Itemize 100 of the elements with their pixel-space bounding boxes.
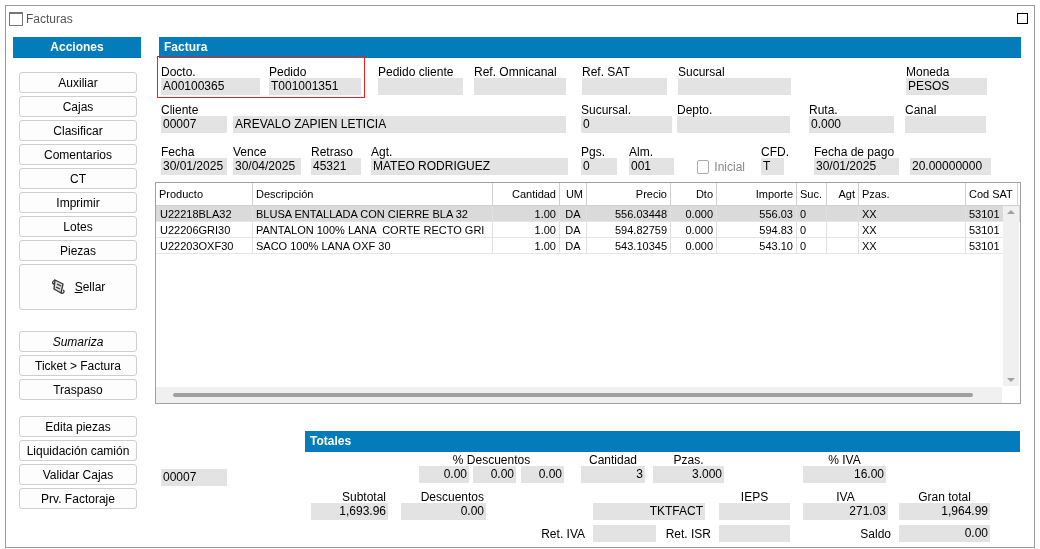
field-label: % IVA	[827, 454, 862, 466]
scrollbar-thumb[interactable]	[173, 393, 973, 397]
action-button[interactable]: CT	[19, 168, 137, 189]
text-field[interactable]: 001	[629, 158, 674, 175]
column-header[interactable]: Producto	[156, 183, 253, 205]
window-icon	[9, 12, 23, 26]
field-label: Ret. IVA	[540, 526, 586, 541]
table-cell: 1.00	[493, 206, 560, 222]
text-field[interactable]: TKTFACT	[593, 503, 705, 520]
text-field[interactable]	[677, 116, 790, 133]
action-button[interactable]: Lotes	[19, 216, 137, 237]
column-header[interactable]: Dto	[671, 183, 717, 205]
text-field[interactable]: 45321	[311, 158, 361, 175]
table-cell: 594.83	[717, 222, 797, 238]
field-label: Vence	[233, 146, 268, 158]
text-field[interactable]: 0	[581, 158, 617, 175]
text-field[interactable]: 00007	[161, 469, 227, 486]
field-label: Subtotal	[340, 491, 387, 503]
column-header[interactable]: Cantidad	[493, 183, 560, 205]
window-title: Facturas	[26, 12, 73, 26]
text-field[interactable]: PESOS	[906, 78, 987, 95]
text-field[interactable]: 30/01/2025	[161, 158, 227, 175]
table-cell: 556.03448	[587, 206, 671, 222]
text-field[interactable]: 0.00	[473, 466, 516, 483]
action-button[interactable]: Sumariza	[19, 331, 137, 352]
text-field[interactable]: T001001351	[269, 78, 361, 95]
table-cell: 0.000	[671, 206, 717, 222]
text-field[interactable]: 00007	[161, 116, 227, 133]
vertical-scrollbar[interactable]	[1003, 206, 1019, 386]
table-cell: DA	[560, 238, 587, 254]
text-field[interactable]: 16.00	[803, 466, 886, 483]
action-button[interactable]: Validar Cajas	[19, 464, 137, 485]
action-button[interactable]: Imprimir	[19, 192, 137, 213]
column-header[interactable]: Cod SAT	[966, 183, 1018, 205]
table-cell: 1.00	[493, 222, 560, 238]
table-cell: 556.03	[717, 206, 797, 222]
text-field[interactable]	[719, 503, 790, 520]
action-button[interactable]: Comentarios	[19, 144, 137, 165]
field-label: Fecha de pago	[814, 146, 896, 158]
action-button[interactable]: Cajas	[19, 96, 137, 117]
horizontal-scrollbar[interactable]	[156, 387, 1002, 403]
text-field[interactable]: MATEO RODRIGUEZ	[371, 158, 568, 175]
table-cell: BLUSA ENTALLADA CON CIERRE BLA 32	[253, 206, 493, 222]
table-cell: 0	[797, 206, 827, 222]
field-label: Retraso	[311, 146, 355, 158]
column-header[interactable]: Importe	[717, 183, 797, 205]
column-header[interactable]: UM	[560, 183, 587, 205]
field-label: CFD.	[761, 146, 789, 158]
table-cell: XX	[859, 206, 966, 222]
text-field[interactable]: 0.00	[521, 466, 564, 483]
field-label: Ref. SAT	[582, 66, 631, 78]
text-field[interactable]	[719, 525, 790, 542]
action-button[interactable]: Clasificar	[19, 120, 137, 141]
field-label: Saldo	[859, 526, 892, 541]
action-button[interactable]: Ticket > Factura	[19, 355, 137, 376]
text-field[interactable]: 0	[581, 116, 672, 133]
text-field[interactable]	[678, 78, 791, 95]
text-field[interactable]: 30/04/2025	[233, 158, 301, 175]
action-button[interactable]: Piezas	[19, 240, 137, 261]
table-row[interactable]: U22218BLA32 BLUSA ENTALLADA CON CIERRE BLA 32 1.00 DA 556.03448 0.000 556.03 0 XX 53101	[156, 206, 1020, 222]
column-header[interactable]: Agt	[827, 183, 859, 205]
action-button[interactable]: Traspaso	[19, 379, 137, 400]
table-cell: 1.00	[493, 238, 560, 254]
maximize-button[interactable]	[1017, 13, 1028, 24]
text-field[interactable]: 30/01/2025	[814, 158, 899, 175]
column-header[interactable]: Precio	[587, 183, 671, 205]
action-button[interactable]: Sellar	[19, 264, 137, 310]
text-field[interactable]: 0.00	[899, 525, 990, 542]
text-field[interactable]: 1,693.96	[311, 503, 388, 520]
text-field[interactable]: 0.00	[419, 466, 469, 483]
column-header[interactable]: Descripción	[253, 183, 493, 205]
field-label: Sucursal.	[581, 104, 633, 116]
field-label: Ruta.	[809, 104, 839, 116]
table-cell: XX	[859, 222, 966, 238]
text-field[interactable]: 0.00	[401, 503, 486, 520]
text-field[interactable]	[474, 78, 566, 95]
action-button[interactable]: Liquidación camión	[19, 440, 137, 461]
field-label: Depto.	[677, 104, 714, 116]
text-field[interactable]: T	[761, 158, 784, 175]
action-button[interactable]: Auxiliar	[19, 72, 137, 93]
field-label: IEPS	[739, 491, 770, 503]
text-field[interactable]	[378, 78, 463, 95]
text-field[interactable]: 1,964.99	[899, 503, 990, 520]
text-field[interactable]	[593, 525, 656, 542]
text-field[interactable]: 0.000	[809, 116, 894, 133]
text-field[interactable]	[905, 116, 986, 133]
action-button[interactable]: Edita piezas	[19, 416, 137, 437]
text-field[interactable]: AREVALO ZAPIEN LETICIA	[233, 116, 566, 133]
column-header[interactable]: Suc.	[797, 183, 827, 205]
text-field[interactable]: 3.000	[653, 466, 724, 483]
table-cell: DA	[560, 206, 587, 222]
text-field[interactable]: A00100365	[161, 78, 260, 95]
text-field[interactable]	[582, 78, 667, 95]
text-field[interactable]: 271.03	[803, 503, 888, 520]
action-button[interactable]: Prv. Factoraje	[19, 488, 137, 509]
field-label: Pedido cliente	[378, 66, 455, 78]
column-header[interactable]: Pzas.	[859, 183, 966, 205]
text-field[interactable]: 20.00000000	[910, 158, 991, 175]
field-label: % Descuentos	[451, 454, 532, 466]
text-field[interactable]: 3	[581, 466, 645, 483]
